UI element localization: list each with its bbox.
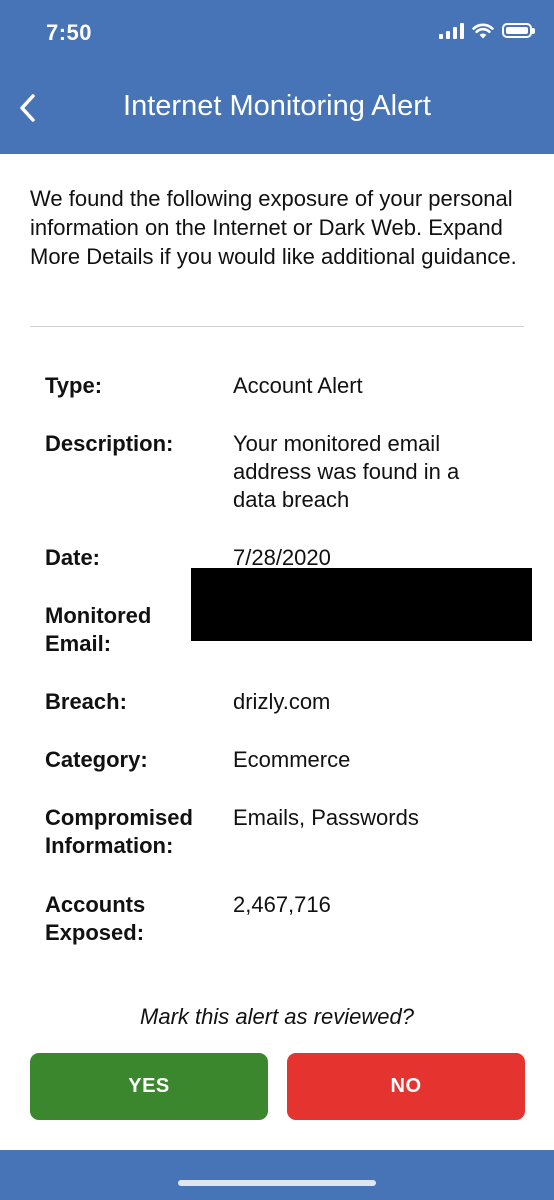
signal-icon bbox=[439, 22, 464, 39]
detail-label: Category: bbox=[45, 747, 148, 772]
detail-label: Breach: bbox=[45, 689, 127, 714]
no-button[interactable]: NO bbox=[287, 1053, 525, 1120]
wifi-icon bbox=[472, 23, 494, 39]
bottom-bar bbox=[0, 1150, 554, 1200]
app-header: 7:50 Internet Monitoring Alert bbox=[0, 0, 554, 154]
label-line: Monitored bbox=[45, 603, 152, 628]
detail-label: Type: bbox=[45, 373, 103, 398]
detail-label: Monitored Email: bbox=[45, 602, 215, 658]
status-icons bbox=[439, 22, 535, 39]
page-title: Internet Monitoring Alert bbox=[123, 90, 431, 122]
label-line: Accounts bbox=[45, 892, 146, 917]
detail-value: drizly.com bbox=[233, 689, 331, 714]
detail-label: Description: bbox=[45, 431, 174, 456]
detail-value: Emails, Passwords bbox=[233, 805, 419, 830]
label-line: Information: bbox=[45, 833, 174, 858]
detail-value: Your monitored email address was found i… bbox=[233, 431, 460, 512]
detail-label: Date: bbox=[45, 545, 101, 570]
battery-icon bbox=[502, 23, 535, 38]
status-time: 7:50 bbox=[46, 20, 93, 45]
detail-value: Ecommerce bbox=[233, 747, 351, 772]
yes-button[interactable]: YES bbox=[30, 1053, 268, 1120]
intro-text: We found the following exposure of your … bbox=[30, 186, 517, 269]
detail-value: 2,467,716 bbox=[233, 892, 331, 917]
detail-label: Compromised Information: bbox=[45, 804, 215, 860]
label-line: Exposed: bbox=[45, 920, 145, 945]
review-question: Mark this alert as reviewed? bbox=[140, 1004, 414, 1029]
redacted-email-block bbox=[191, 568, 532, 641]
home-indicator[interactable] bbox=[178, 1180, 376, 1186]
label-line: Compromised bbox=[45, 805, 193, 830]
label-line: Email: bbox=[45, 631, 112, 656]
divider bbox=[30, 326, 524, 327]
detail-value: Account Alert bbox=[233, 373, 363, 398]
detail-label: Accounts Exposed: bbox=[45, 891, 215, 947]
